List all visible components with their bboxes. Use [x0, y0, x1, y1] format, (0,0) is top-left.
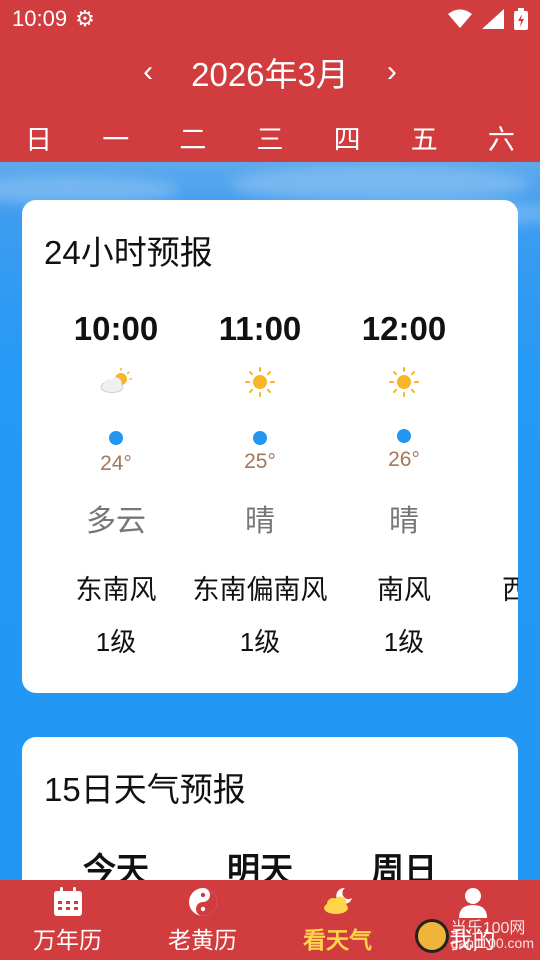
temp-dot — [397, 429, 411, 443]
wifi-icon — [448, 9, 472, 28]
month-title[interactable]: 2026年3月 — [191, 48, 349, 96]
prev-month-button[interactable]: ‹ — [133, 55, 163, 89]
hourly-forecast-title: 24小时预报 — [44, 234, 213, 271]
day-label[interactable]: 今天 — [44, 843, 188, 883]
hour-wind-level: 1级 — [383, 627, 425, 657]
weekday-label: 五 — [410, 125, 438, 155]
yin-yang-icon — [188, 888, 217, 916]
status-bar: 10:09 ⚙ — [0, 0, 540, 38]
hourly-forecast-card[interactable]: 24小时预报 10:00 24° 多云 东南风 1级 11:00 25° 晴 东… — [22, 200, 518, 693]
hour-wind: 西 — [502, 575, 518, 605]
nav-item-almanac[interactable]: 老黄历 — [135, 880, 270, 960]
hour-time: 10:00 — [73, 310, 159, 347]
watermark-url: danji100.com — [450, 935, 534, 951]
weekday-label: 三 — [256, 125, 284, 155]
watermark-text: 当乐100网 — [450, 920, 526, 937]
watermark: 当乐100网 danji100.com — [414, 916, 534, 956]
nav-label: 万年历 — [33, 927, 102, 953]
weekday-label: 四 — [333, 125, 361, 155]
calendar-header: ‹ 2026年3月 › 日 一 二 三 四 五 六 — [0, 38, 540, 162]
day-label[interactable]: 明天 — [188, 843, 332, 883]
weekday-label: 六 — [487, 125, 515, 155]
nav-label: 看天气 — [303, 927, 372, 953]
weekday-label: 日 — [25, 125, 53, 155]
hour-condition: 晴 — [389, 505, 419, 538]
day-label[interactable]: 周日 — [332, 843, 476, 883]
nav-item-calendar[interactable]: 万年历 — [0, 880, 135, 960]
hour-condition: 晴 — [245, 505, 275, 538]
daily-forecast-list[interactable]: 今天 明天 周日 — [22, 843, 518, 883]
user-icon — [458, 888, 487, 918]
weekday-label: 二 — [179, 125, 207, 155]
hour-wind: 南风 — [377, 575, 431, 605]
hour-condition: 多云 — [86, 505, 146, 538]
hour-time: 11:00 — [218, 310, 302, 347]
weather-icon — [323, 887, 352, 914]
hourly-forecast-list[interactable]: 10:00 24° 多云 东南风 1级 11:00 25° 晴 东南偏南风 1级… — [22, 310, 518, 670]
nav-item-weather[interactable]: 看天气 — [270, 880, 405, 960]
weekday-row: 日 一 二 三 四 五 六 — [0, 122, 540, 158]
sun-icon — [245, 367, 275, 397]
watermark-logo-icon — [414, 919, 449, 953]
hour-temp: 25° — [244, 450, 276, 473]
temp-dot — [109, 431, 123, 445]
weekday-label: 一 — [102, 125, 130, 155]
gear-icon: ⚙ — [75, 6, 95, 31]
hour-temp: 24° — [100, 452, 132, 475]
temp-dot — [253, 431, 267, 445]
next-month-button[interactable]: › — [377, 55, 407, 89]
daily-forecast-title: 15日天气预报 — [44, 771, 246, 808]
calendar-icon — [53, 887, 82, 916]
partly-cloudy-icon — [100, 368, 132, 393]
battery-icon — [514, 8, 528, 30]
hour-temp: 26° — [388, 448, 420, 471]
hour-wind-level: 1级 — [239, 627, 281, 657]
status-time: 10:09 — [12, 6, 68, 31]
hour-time: 12:00 — [361, 310, 447, 347]
month-navigator: ‹ 2026年3月 › — [0, 48, 540, 96]
sun-icon — [389, 367, 419, 397]
nav-label: 老黄历 — [168, 927, 237, 953]
signal-icon — [482, 9, 504, 29]
hour-wind-level: 1级 — [95, 627, 137, 657]
